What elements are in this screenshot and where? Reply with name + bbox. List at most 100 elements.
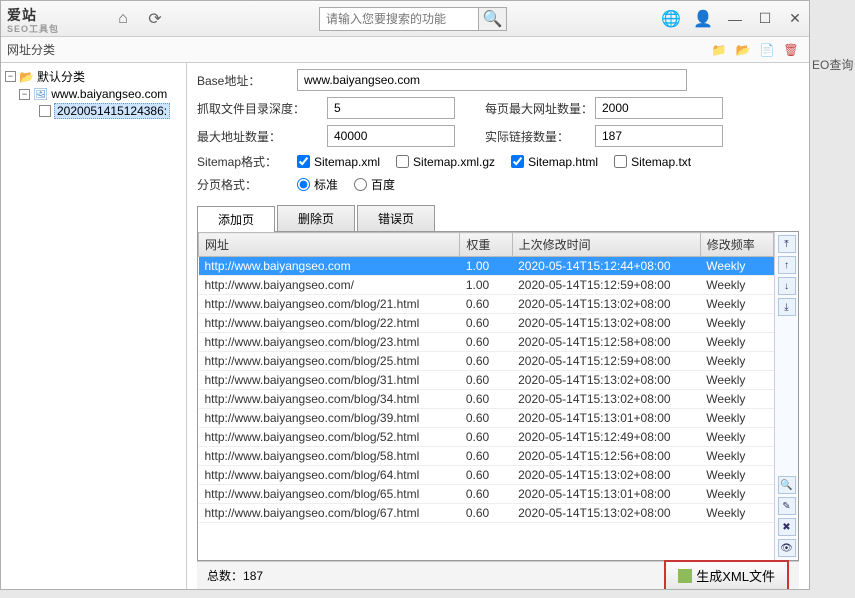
sidebar: − 📂 默认分类 − 🖼 www.baiyangseo.com 20200514… bbox=[1, 63, 187, 589]
page-standard-radio[interactable]: 标准 bbox=[297, 176, 338, 193]
delete-page-icon[interactable]: 🗑 bbox=[781, 40, 801, 60]
folder-icon: 📂 bbox=[19, 70, 34, 84]
cell-url: http://www.baiyangseo.com/blog/65.html bbox=[199, 485, 460, 504]
cell-url: http://www.baiyangseo.com bbox=[199, 257, 460, 276]
cell-weight: 0.60 bbox=[460, 466, 512, 485]
delete-folder-icon[interactable]: 📂 bbox=[733, 40, 753, 60]
show-row-button[interactable]: 👁 bbox=[778, 539, 796, 557]
base-url-input[interactable] bbox=[297, 69, 687, 91]
maxurl-input[interactable] bbox=[327, 125, 455, 147]
col-time[interactable]: 上次修改时间 bbox=[512, 233, 700, 257]
tree-root-label: 默认分类 bbox=[37, 68, 85, 85]
tree-leaf-label: 2020051415124386: bbox=[54, 103, 170, 119]
cell-time: 2020-05-14T15:12:59+08:00 bbox=[512, 276, 700, 295]
col-freq[interactable]: 修改频率 bbox=[700, 233, 773, 257]
cell-time: 2020-05-14T15:13:02+08:00 bbox=[512, 466, 700, 485]
table-row[interactable]: http://www.baiyangseo.com/blog/58.html0.… bbox=[199, 447, 774, 466]
maximize-button[interactable]: ☐ bbox=[757, 11, 773, 27]
cell-url: http://www.baiyangseo.com/blog/25.html bbox=[199, 352, 460, 371]
cell-url: http://www.baiyangseo.com/blog/67.html bbox=[199, 504, 460, 523]
cell-weight: 0.60 bbox=[460, 390, 512, 409]
app-logo: 爱站 SEO工具包 bbox=[7, 5, 107, 33]
tab-delete[interactable]: 删除页 bbox=[277, 205, 355, 231]
tabs: 添加页 删除页 错误页 bbox=[197, 205, 799, 232]
search-button[interactable]: 🔍 bbox=[479, 7, 507, 31]
cell-freq: Weekly bbox=[700, 276, 773, 295]
close-button[interactable]: ✕ bbox=[787, 11, 803, 27]
sitemap-xmlgz-check[interactable]: Sitemap.xml.gz bbox=[396, 155, 495, 169]
move-bottom-button[interactable]: ⤓ bbox=[778, 298, 796, 316]
cell-freq: Weekly bbox=[700, 352, 773, 371]
sitemap-html-check[interactable]: Sitemap.html bbox=[511, 155, 598, 169]
search-input[interactable] bbox=[319, 7, 479, 31]
cell-url: http://www.baiyangseo.com/blog/52.html bbox=[199, 428, 460, 447]
refresh-icon[interactable]: ⟳ bbox=[143, 7, 167, 31]
edit-row-button[interactable]: ✎ bbox=[778, 497, 796, 515]
generate-xml-button[interactable]: 生成XML文件 bbox=[664, 560, 789, 589]
table-row[interactable]: http://www.baiyangseo.com/blog/64.html0.… bbox=[199, 466, 774, 485]
table-row[interactable]: http://www.baiyangseo.com/blog/67.html0.… bbox=[199, 504, 774, 523]
tab-add[interactable]: 添加页 bbox=[197, 206, 275, 232]
table-row[interactable]: http://www.baiyangseo.com/blog/39.html0.… bbox=[199, 409, 774, 428]
globe-page-icon: 🖼 bbox=[33, 87, 48, 101]
col-weight[interactable]: 权重 bbox=[460, 233, 512, 257]
grid-container: 网址 权重 上次修改时间 修改频率 http://www.baiyangseo.… bbox=[197, 232, 799, 561]
minimize-button[interactable]: — bbox=[727, 11, 743, 27]
table-row[interactable]: http://www.baiyangseo.com/blog/21.html0.… bbox=[199, 295, 774, 314]
cell-weight: 0.60 bbox=[460, 314, 512, 333]
cell-url: http://www.baiyangseo.com/ bbox=[199, 276, 460, 295]
cell-weight: 0.60 bbox=[460, 428, 512, 447]
app-window: 爱站 SEO工具包 ⌂ ⟳ 🔍 🌐 👤 — ☐ ✕ 网址分类 📁 📂 📄 🗑 bbox=[0, 0, 810, 590]
window-controls: — ☐ ✕ bbox=[727, 11, 803, 27]
tree-collapse-icon[interactable]: − bbox=[5, 71, 16, 82]
sitemap-xml-check[interactable]: Sitemap.xml bbox=[297, 155, 380, 169]
pageformat-label: 分页格式： bbox=[197, 176, 297, 193]
move-top-button[interactable]: ⤒ bbox=[778, 235, 796, 253]
home-icon[interactable]: ⌂ bbox=[111, 7, 135, 31]
page-baidu-radio[interactable]: 百度 bbox=[354, 176, 395, 193]
cell-url: http://www.baiyangseo.com/blog/22.html bbox=[199, 314, 460, 333]
sitemap-txt-check[interactable]: Sitemap.txt bbox=[614, 155, 691, 169]
function-search: 🔍 bbox=[171, 7, 655, 31]
base-label: Base地址： bbox=[197, 72, 297, 89]
generate-xml-label: 生成XML文件 bbox=[696, 566, 775, 585]
table-row[interactable]: http://www.baiyangseo.com/1.002020-05-14… bbox=[199, 276, 774, 295]
actual-input[interactable] bbox=[595, 125, 723, 147]
depth-input[interactable] bbox=[327, 97, 455, 119]
add-page-icon[interactable]: 📄 bbox=[757, 40, 777, 60]
cell-freq: Weekly bbox=[700, 504, 773, 523]
cell-url: http://www.baiyangseo.com/blog/64.html bbox=[199, 466, 460, 485]
user-icon[interactable]: 👤 bbox=[691, 7, 715, 31]
tree-leaf[interactable]: 2020051415124386: bbox=[5, 102, 182, 120]
cell-weight: 0.60 bbox=[460, 447, 512, 466]
table-row[interactable]: http://www.baiyangseo.com/blog/34.html0.… bbox=[199, 390, 774, 409]
table-row[interactable]: http://www.baiyangseo.com/blog/65.html0.… bbox=[199, 485, 774, 504]
cell-weight: 0.60 bbox=[460, 371, 512, 390]
add-folder-icon[interactable]: 📁 bbox=[709, 40, 729, 60]
search-row-button[interactable]: 🔍 bbox=[778, 476, 796, 494]
table-row[interactable]: http://www.baiyangseo.com/blog/31.html0.… bbox=[199, 371, 774, 390]
url-grid[interactable]: 网址 权重 上次修改时间 修改频率 http://www.baiyangseo.… bbox=[198, 232, 774, 560]
tab-error[interactable]: 错误页 bbox=[357, 205, 435, 231]
col-url[interactable]: 网址 bbox=[199, 233, 460, 257]
move-up-button[interactable]: ↑ bbox=[778, 256, 796, 274]
table-row[interactable]: http://www.baiyangseo.com/blog/25.html0.… bbox=[199, 352, 774, 371]
cell-time: 2020-05-14T15:13:02+08:00 bbox=[512, 295, 700, 314]
table-row[interactable]: http://www.baiyangseo.com/blog/22.html0.… bbox=[199, 314, 774, 333]
cell-time: 2020-05-14T15:13:02+08:00 bbox=[512, 371, 700, 390]
tree-collapse-icon[interactable]: − bbox=[19, 89, 30, 100]
table-row[interactable]: http://www.baiyangseo.com/blog/52.html0.… bbox=[199, 428, 774, 447]
cell-weight: 0.60 bbox=[460, 352, 512, 371]
move-down-button[interactable]: ↓ bbox=[778, 277, 796, 295]
tree-site[interactable]: − 🖼 www.baiyangseo.com bbox=[5, 86, 182, 102]
delete-row-button[interactable]: ✖ bbox=[778, 518, 796, 536]
cell-url: http://www.baiyangseo.com/blog/58.html bbox=[199, 447, 460, 466]
tree-root[interactable]: − 📂 默认分类 bbox=[5, 67, 182, 86]
table-row[interactable]: http://www.baiyangseo.com/blog/23.html0.… bbox=[199, 333, 774, 352]
perpage-input[interactable] bbox=[595, 97, 723, 119]
cell-time: 2020-05-14T15:12:49+08:00 bbox=[512, 428, 700, 447]
cell-url: http://www.baiyangseo.com/blog/21.html bbox=[199, 295, 460, 314]
globe-icon[interactable]: 🌐 bbox=[659, 7, 683, 31]
table-row[interactable]: http://www.baiyangseo.com1.002020-05-14T… bbox=[199, 257, 774, 276]
cell-freq: Weekly bbox=[700, 466, 773, 485]
